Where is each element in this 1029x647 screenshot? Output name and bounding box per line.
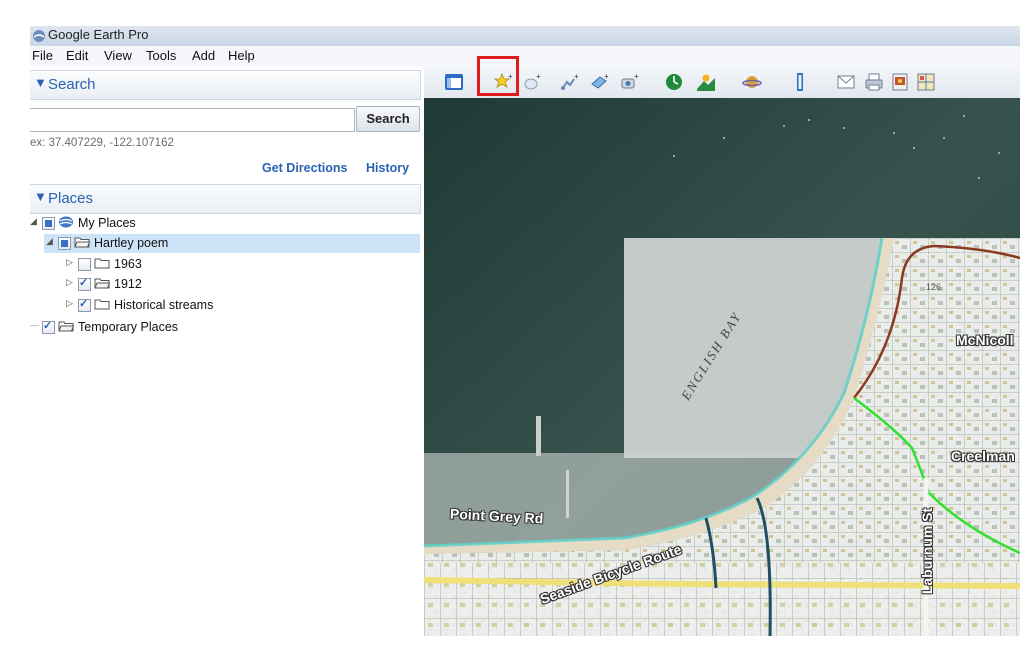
- menu-view[interactable]: View: [104, 48, 132, 63]
- svg-text:+: +: [536, 72, 541, 81]
- tree-item-label: Temporary Places: [78, 320, 179, 334]
- pier: [536, 416, 541, 456]
- svg-text:+: +: [634, 72, 639, 81]
- add-placemark-highlight: [477, 56, 519, 96]
- expand-arrow-icon[interactable]: ▷: [66, 257, 73, 268]
- tree-item-label: 1912: [114, 277, 142, 291]
- map-label-laburnum-st: Laburnum St: [919, 507, 936, 595]
- expand-arrow-icon[interactable]: ◢: [30, 216, 37, 227]
- add-polygon-icon[interactable]: +: [522, 72, 542, 92]
- print-icon[interactable]: [864, 72, 884, 92]
- expand-arrow-icon[interactable]: ▷: [66, 298, 73, 309]
- ruler-icon[interactable]: [790, 72, 810, 92]
- save-image-icon[interactable]: [890, 72, 910, 92]
- open-folder-icon: [58, 321, 74, 332]
- checkbox[interactable]: [42, 319, 55, 334]
- checkbox[interactable]: [58, 237, 71, 250]
- checkbox[interactable]: [42, 217, 55, 230]
- svg-text:+: +: [604, 72, 609, 81]
- menu-add[interactable]: Add: [192, 48, 215, 63]
- expand-arrow-icon[interactable]: ◢: [46, 236, 53, 247]
- window-edge: [1020, 26, 1029, 636]
- globe-icon: [59, 216, 73, 228]
- tree-item-1963[interactable]: ▷ 1963: [66, 255, 420, 274]
- sunlight-icon[interactable]: [696, 72, 716, 92]
- tree-item-label: My Places: [78, 216, 136, 230]
- open-folder-icon: [94, 278, 110, 289]
- tree-item-1912[interactable]: ▷ 1912: [66, 275, 420, 294]
- tree-item-label: Historical streams: [114, 298, 214, 312]
- tree-item-hartley-poem[interactable]: ◢ Hartley poem: [44, 234, 420, 253]
- tree-item-label: Hartley poem: [94, 236, 169, 250]
- window-title: Google Earth Pro: [48, 27, 149, 42]
- open-folder-icon: [74, 237, 90, 248]
- add-image-overlay-icon[interactable]: +: [590, 72, 610, 92]
- menu-edit[interactable]: Edit: [66, 48, 88, 63]
- tree-item-temporary-places[interactable]: — Temporary Places: [30, 318, 420, 337]
- view-in-maps-icon[interactable]: [916, 72, 936, 92]
- places-panel-title: Places: [48, 190, 94, 207]
- search-panel-header[interactable]: ▼ Search: [30, 70, 421, 100]
- checkbox[interactable]: [78, 258, 91, 271]
- pier: [566, 470, 569, 518]
- checkbox[interactable]: [78, 276, 91, 291]
- google-earth-icon: [33, 30, 45, 42]
- record-tour-icon[interactable]: +: [620, 72, 640, 92]
- sidebar-toggle-icon[interactable]: [444, 72, 464, 92]
- switch-planet-icon[interactable]: [742, 72, 762, 92]
- get-directions-link[interactable]: Get Directions: [262, 161, 347, 175]
- tree-item-my-places[interactable]: ◢ My Places: [30, 214, 420, 233]
- title-bar: Google Earth Pro: [30, 26, 1020, 47]
- tree-item-label: 1963: [114, 257, 142, 271]
- menu-help[interactable]: Help: [228, 48, 255, 63]
- expand-arrow-icon[interactable]: ▷: [66, 277, 73, 288]
- places-panel-header[interactable]: ▼ Places: [30, 184, 421, 214]
- folder-icon: [94, 299, 110, 310]
- checkbox[interactable]: [78, 297, 91, 312]
- add-path-icon[interactable]: +: [560, 72, 580, 92]
- search-button[interactable]: Search: [356, 106, 420, 132]
- map-view[interactable]: ENGLISH BAY McNicoll Creelman Point Grey…: [424, 98, 1020, 636]
- menu-file[interactable]: File: [32, 48, 53, 63]
- collapse-triangle-icon[interactable]: ▼: [34, 189, 47, 204]
- tree-item-historical-streams[interactable]: ▷ Historical streams: [66, 296, 420, 315]
- expand-arrow-icon[interactable]: —: [30, 320, 39, 330]
- search-panel-title: Search: [48, 76, 96, 93]
- history-link[interactable]: History: [366, 161, 409, 175]
- menu-tools[interactable]: Tools: [146, 48, 176, 63]
- folder-icon: [94, 258, 110, 269]
- search-input[interactable]: [30, 108, 355, 132]
- historical-imagery-icon[interactable]: [664, 72, 684, 92]
- email-icon[interactable]: [836, 72, 856, 92]
- collapse-triangle-icon[interactable]: ▼: [34, 75, 47, 90]
- svg-text:+: +: [574, 72, 579, 81]
- search-example-hint: ex: 37.407229, -122.107162: [30, 137, 174, 149]
- map-label-mcnicoll: McNicoll: [956, 332, 1014, 348]
- map-label-lot-number: 126: [926, 282, 942, 292]
- menu-bar: File Edit View Tools Add Help: [30, 46, 1020, 66]
- sidebar: ▼ Search Search ex: 37.407229, -122.1071…: [30, 66, 422, 636]
- map-label-creelman: Creelman: [951, 448, 1015, 464]
